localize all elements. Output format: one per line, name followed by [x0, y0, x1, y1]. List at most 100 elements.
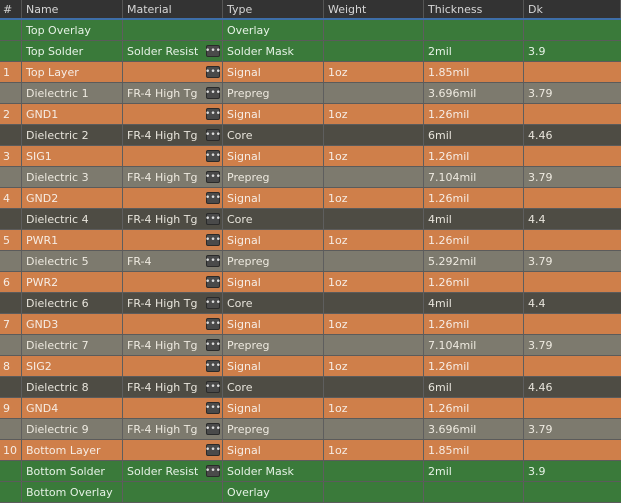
- layer-name-cell[interactable]: GND4: [22, 398, 123, 418]
- layer-name-cell[interactable]: Dielectric 2: [22, 125, 123, 145]
- material-browse-button[interactable]: •••: [205, 213, 221, 225]
- copper-weight-cell[interactable]: 1oz: [324, 104, 424, 124]
- layer-name-cell[interactable]: Dielectric 9: [22, 419, 123, 439]
- thickness-cell[interactable]: 1.26mil: [424, 188, 524, 208]
- layer-type-cell[interactable]: Signal: [223, 398, 324, 418]
- dielectric-constant-cell[interactable]: [524, 104, 621, 124]
- material-browse-button[interactable]: •••: [205, 276, 221, 288]
- table-row[interactable]: 4 GND2 ••• Signal 1oz 1.26mil: [0, 188, 621, 209]
- column-header-dk[interactable]: Dk: [524, 0, 621, 18]
- dielectric-constant-cell[interactable]: [524, 314, 621, 334]
- copper-weight-cell[interactable]: 1oz: [324, 188, 424, 208]
- thickness-cell[interactable]: 1.26mil: [424, 398, 524, 418]
- dielectric-constant-cell[interactable]: 3.79: [524, 251, 621, 271]
- copper-weight-cell[interactable]: 1oz: [324, 314, 424, 334]
- table-row[interactable]: Top Solder Solder Resist ••• Solder Mask 2mi…: [0, 41, 621, 62]
- layer-type-cell[interactable]: Core: [223, 377, 324, 397]
- layer-name-cell[interactable]: Bottom Overlay: [22, 482, 123, 502]
- layer-type-cell[interactable]: Prepreg: [223, 83, 324, 103]
- material-cell[interactable]: •••: [123, 356, 223, 376]
- dielectric-constant-cell[interactable]: [524, 62, 621, 82]
- copper-weight-cell[interactable]: 1oz: [324, 440, 424, 460]
- layer-type-cell[interactable]: Overlay: [223, 20, 324, 40]
- table-row[interactable]: 3 SIG1 ••• Signal 1oz 1.26mil: [0, 146, 621, 167]
- dielectric-constant-cell[interactable]: [524, 482, 621, 502]
- material-browse-button[interactable]: •••: [205, 444, 221, 456]
- column-header-name[interactable]: Name: [22, 0, 123, 18]
- layer-name-cell[interactable]: Top Layer: [22, 62, 123, 82]
- material-cell[interactable]: •••: [123, 230, 223, 250]
- table-row[interactable]: Dielectric 1 FR-4 High Tg ••• Prepreg 3.696m…: [0, 83, 621, 104]
- material-browse-button[interactable]: •••: [205, 150, 221, 162]
- table-row[interactable]: Dielectric 2 FR-4 High Tg ••• Core 6mil 4.46: [0, 125, 621, 146]
- copper-weight-cell[interactable]: [324, 209, 424, 229]
- table-row[interactable]: 7 GND3 ••• Signal 1oz 1.26mil: [0, 314, 621, 335]
- dielectric-constant-cell[interactable]: 4.46: [524, 377, 621, 397]
- layer-type-cell[interactable]: Solder Mask: [223, 461, 324, 481]
- layer-name-cell[interactable]: GND2: [22, 188, 123, 208]
- thickness-cell[interactable]: 1.26mil: [424, 314, 524, 334]
- copper-weight-cell[interactable]: 1oz: [324, 272, 424, 292]
- thickness-cell[interactable]: 7.104mil: [424, 335, 524, 355]
- layer-type-cell[interactable]: Signal: [223, 314, 324, 334]
- material-cell[interactable]: FR-4 High Tg •••: [123, 125, 223, 145]
- layer-type-cell[interactable]: Prepreg: [223, 167, 324, 187]
- dielectric-constant-cell[interactable]: [524, 272, 621, 292]
- table-row[interactable]: Dielectric 4 FR-4 High Tg ••• Core 4mil 4.4: [0, 209, 621, 230]
- layer-name-cell[interactable]: Dielectric 7: [22, 335, 123, 355]
- table-row[interactable]: Dielectric 3 FR-4 High Tg ••• Prepreg 7.104m…: [0, 167, 621, 188]
- material-cell[interactable]: •••: [123, 272, 223, 292]
- copper-weight-cell[interactable]: [324, 167, 424, 187]
- layer-name-cell[interactable]: Dielectric 1: [22, 83, 123, 103]
- material-browse-button[interactable]: •••: [205, 381, 221, 393]
- layer-type-cell[interactable]: Core: [223, 125, 324, 145]
- material-cell[interactable]: FR-4 High Tg •••: [123, 377, 223, 397]
- material-browse-button[interactable]: •••: [205, 129, 221, 141]
- material-browse-button[interactable]: •••: [205, 360, 221, 372]
- material-browse-button[interactable]: •••: [205, 192, 221, 204]
- table-row[interactable]: Dielectric 7 FR-4 High Tg ••• Prepreg 7.104m…: [0, 335, 621, 356]
- copper-weight-cell[interactable]: 1oz: [324, 146, 424, 166]
- layer-type-cell[interactable]: Prepreg: [223, 419, 324, 439]
- table-row[interactable]: Bottom Solder Solder Resist ••• Solder Mask…: [0, 461, 621, 482]
- column-header-material[interactable]: Material: [123, 0, 223, 18]
- material-cell[interactable]: •••: [123, 146, 223, 166]
- layer-name-cell[interactable]: Bottom Solder: [22, 461, 123, 481]
- table-row[interactable]: Dielectric 8 FR-4 High Tg ••• Core 6mil 4.46: [0, 377, 621, 398]
- layer-type-cell[interactable]: Signal: [223, 230, 324, 250]
- thickness-cell[interactable]: 1.26mil: [424, 272, 524, 292]
- layer-type-cell[interactable]: Signal: [223, 272, 324, 292]
- layer-type-cell[interactable]: Signal: [223, 440, 324, 460]
- copper-weight-cell[interactable]: 1oz: [324, 356, 424, 376]
- dielectric-constant-cell[interactable]: [524, 146, 621, 166]
- table-row[interactable]: Bottom Overlay Overlay: [0, 482, 621, 503]
- thickness-cell[interactable]: 1.26mil: [424, 230, 524, 250]
- layer-type-cell[interactable]: Signal: [223, 188, 324, 208]
- material-browse-button[interactable]: •••: [205, 108, 221, 120]
- layer-type-cell[interactable]: Core: [223, 209, 324, 229]
- layer-type-cell[interactable]: Signal: [223, 146, 324, 166]
- thickness-cell[interactable]: 1.85mil: [424, 440, 524, 460]
- copper-weight-cell[interactable]: [324, 335, 424, 355]
- copper-weight-cell[interactable]: [324, 83, 424, 103]
- table-row[interactable]: 8 SIG2 ••• Signal 1oz 1.26mil: [0, 356, 621, 377]
- layer-type-cell[interactable]: Prepreg: [223, 251, 324, 271]
- copper-weight-cell[interactable]: [324, 20, 424, 40]
- material-cell[interactable]: •••: [123, 314, 223, 334]
- material-browse-button[interactable]: •••: [205, 66, 221, 78]
- dielectric-constant-cell[interactable]: [524, 20, 621, 40]
- material-cell[interactable]: FR-4 High Tg •••: [123, 83, 223, 103]
- table-row[interactable]: Dielectric 5 FR-4 ••• Prepreg 5.292mil 3.79: [0, 251, 621, 272]
- layer-name-cell[interactable]: Dielectric 6: [22, 293, 123, 313]
- layer-name-cell[interactable]: Top Overlay: [22, 20, 123, 40]
- dielectric-constant-cell[interactable]: [524, 188, 621, 208]
- table-row[interactable]: 10 Bottom Layer ••• Signal 1oz 1.85mil: [0, 440, 621, 461]
- material-cell[interactable]: [123, 20, 223, 40]
- layer-type-cell[interactable]: Solder Mask: [223, 41, 324, 61]
- thickness-cell[interactable]: 3.696mil: [424, 419, 524, 439]
- material-cell[interactable]: FR-4 High Tg •••: [123, 293, 223, 313]
- thickness-cell[interactable]: 1.26mil: [424, 146, 524, 166]
- layer-type-cell[interactable]: Signal: [223, 356, 324, 376]
- column-header-number[interactable]: #: [0, 0, 22, 18]
- dielectric-constant-cell[interactable]: 4.4: [524, 293, 621, 313]
